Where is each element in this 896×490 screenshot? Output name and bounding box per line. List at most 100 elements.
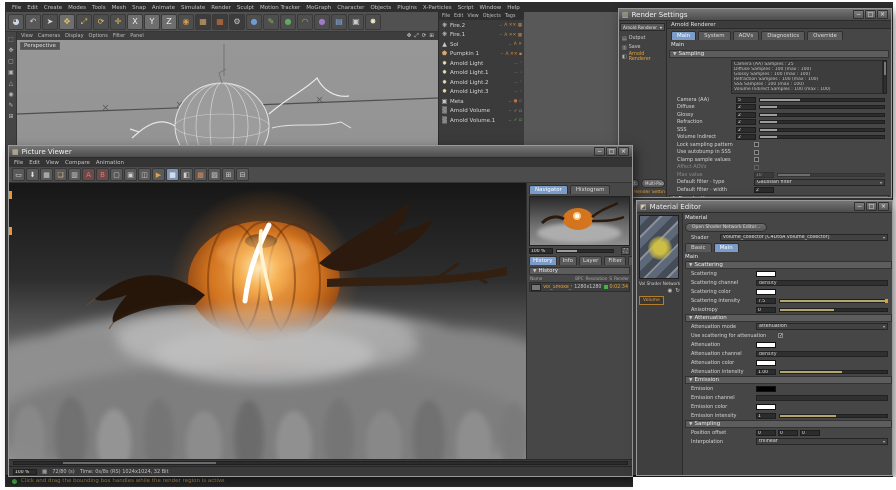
object-manager-menu-item[interactable]: File <box>442 14 450 19</box>
renderer-dropdown[interactable]: Arnold Renderer ▾ <box>620 23 665 31</box>
toolbar-icon[interactable]: ▣ <box>348 13 364 30</box>
attenuation-channel-field[interactable]: density <box>756 350 888 357</box>
emission-channel-field[interactable] <box>756 394 888 401</box>
zoom-slider[interactable] <box>556 249 614 253</box>
param-value-field[interactable]: 2 <box>736 111 756 118</box>
visibility-dots-icon[interactable]: ·· <box>499 23 502 29</box>
app-menu-item[interactable]: Script <box>458 5 474 11</box>
scattering-intensity-field[interactable]: 7.5 <box>756 297 776 304</box>
filter-type-dropdown[interactable]: Gaussian filter ▾ <box>754 178 885 186</box>
toolbar-icon[interactable]: ▦ <box>212 13 228 30</box>
visibility-dots-icon[interactable]: ·· <box>500 51 503 57</box>
visibility-dots-icon[interactable]: ·· <box>509 118 512 124</box>
attenuation-mode-dropdown[interactable]: attenuation ▾ <box>756 323 888 330</box>
scattering-intensity-slider[interactable] <box>779 298 888 303</box>
navigator-thumbnail[interactable] <box>529 196 630 246</box>
preview-mode-icon[interactable]: ↻ <box>675 288 680 294</box>
render-settings-titlebar[interactable]: ▥ Render Settings − □ × <box>619 9 891 21</box>
mode-rail-icon[interactable]: ✥ <box>7 47 15 55</box>
object-row[interactable]: ✸ Arnold Light.2 ·· ◦ <box>439 78 524 88</box>
render-settings-tab[interactable]: Diagnostics <box>761 31 806 40</box>
toolbar-icon[interactable]: ⟳ <box>93 13 109 30</box>
render-settings-bottom-button[interactable]: Multi-Pass... <box>641 179 665 188</box>
attenuation-group-header[interactable]: ▼ Attenuation <box>685 314 892 322</box>
window-control-button[interactable]: □ <box>866 202 877 211</box>
param-slider[interactable] <box>759 135 885 140</box>
emission-group-header[interactable]: ▼ Emission <box>685 376 892 384</box>
object-row[interactable]: ⬟ Pumpkin 1 ·· A ✕✕ ▪ <box>439 50 524 60</box>
history-tab[interactable]: Info <box>558 256 577 265</box>
material-tab[interactable]: Main <box>713 243 739 252</box>
toolbar-icon[interactable]: ● <box>246 13 262 30</box>
object-manager-menu-item[interactable]: Tags <box>505 14 516 19</box>
visibility-dots-icon[interactable]: ·· <box>509 42 512 48</box>
param-value-field[interactable]: 2 <box>736 134 756 141</box>
visibility-dots-icon[interactable]: ·· <box>499 32 502 38</box>
picture-viewer-toolbar-icon[interactable]: ▢ <box>110 168 123 181</box>
material-editor-titlebar[interactable]: ◩ Material Editor − □ × <box>637 201 892 213</box>
viewport-menu-item[interactable]: Cameras <box>38 33 60 39</box>
window-control-button[interactable]: × <box>877 10 888 19</box>
use-scattering-checkbox[interactable]: ✓ <box>778 333 783 339</box>
app-menu-item[interactable]: Sculpt <box>237 5 254 11</box>
object-row[interactable]: ▣ Meta ·· ● ▫ <box>439 97 524 107</box>
viewport-nav-icon[interactable]: ✥ <box>407 33 412 40</box>
picture-viewer-toolbar-icon[interactable]: ◫ <box>138 168 151 181</box>
anisotropy-slider[interactable] <box>779 307 888 312</box>
object-row[interactable]: ▲ Sol ·· A ✕ <box>439 40 524 50</box>
app-menu-item[interactable]: File <box>12 5 21 11</box>
visibility-dots-icon[interactable]: ·· <box>514 70 517 76</box>
viewport-menu-item[interactable]: Display <box>65 33 83 39</box>
app-menu-item[interactable]: Render <box>211 5 231 11</box>
window-control-button[interactable]: − <box>594 147 605 156</box>
object-tags-icon[interactable]: ✓ ▫ <box>514 109 522 114</box>
visibility-dots-icon[interactable]: ·· <box>514 61 517 67</box>
toolbar-icon[interactable]: ➤ <box>42 13 58 30</box>
param-slider[interactable] <box>759 120 885 125</box>
anisotropy-field[interactable]: 0 <box>756 306 776 313</box>
viewport-nav-icon[interactable]: ⟳ <box>422 33 427 40</box>
param-value-field[interactable]: 2 <box>736 126 756 133</box>
object-tags-icon[interactable]: A ✕✕ ▦ <box>504 33 522 38</box>
toolbar-icon[interactable]: ◕ <box>8 13 24 30</box>
app-menu-item[interactable]: MoGraph <box>306 5 331 11</box>
navigator-tab[interactable]: Navigator <box>529 185 568 194</box>
app-menu-item[interactable]: Snap <box>132 5 146 11</box>
checkbox[interactable] <box>754 149 759 155</box>
window-control-button[interactable]: − <box>853 10 864 19</box>
interpolation-dropdown[interactable]: trilinear ▾ <box>756 438 888 445</box>
picture-viewer-toolbar-icon[interactable]: ▩ <box>194 168 207 181</box>
object-tags-icon[interactable]: ◦ <box>519 71 522 76</box>
material-name[interactable]: Vol Shader Network 2 <box>639 281 680 286</box>
toolbar-icon[interactable]: ▦ <box>195 13 211 30</box>
picture-viewer-toolbar-icon[interactable]: ▭ <box>12 168 25 181</box>
render-settings-tab[interactable]: Main <box>671 31 697 40</box>
viewport-nav-icon[interactable]: ⊞ <box>429 33 434 40</box>
history-tab[interactable]: Stereo <box>627 256 632 265</box>
emission-intensity-slider[interactable] <box>779 413 888 418</box>
picture-viewer-toolbar-icon[interactable]: ▦ <box>166 168 179 181</box>
emission-swatch[interactable] <box>756 385 776 392</box>
app-menu-item[interactable]: Animate <box>152 5 175 11</box>
position-y-field[interactable]: 0 <box>778 429 798 436</box>
object-manager-menu-item[interactable]: View <box>467 14 478 19</box>
window-control-button[interactable]: − <box>854 202 865 211</box>
toolbar-icon[interactable]: ✎ <box>263 13 279 30</box>
visibility-dots-icon[interactable]: ·· <box>514 89 517 95</box>
object-tags-icon[interactable]: ◦ <box>519 80 522 85</box>
checkbox[interactable] <box>754 142 759 148</box>
render-settings-tree-item[interactable]: ◧ Arnold Renderer <box>620 52 665 62</box>
render-settings-tab[interactable]: Override <box>807 31 843 40</box>
history-tab[interactable]: History <box>529 256 557 265</box>
toolbar-icon[interactable]: ⚙ <box>229 13 245 30</box>
preview-mode-icon[interactable]: ◉ <box>668 288 673 294</box>
object-tags-icon[interactable]: ✓ ▫ <box>514 118 522 123</box>
app-menu-item[interactable]: Create <box>44 5 62 11</box>
toolbar-icon[interactable]: X <box>127 13 143 30</box>
object-tags-icon[interactable]: ● ▫ <box>514 99 522 104</box>
rendered-image-canvas[interactable] <box>9 183 526 459</box>
toolbar-icon[interactable]: ⤢ <box>76 13 92 30</box>
emission-intensity-field[interactable]: 1 <box>756 412 776 419</box>
toolbar-icon[interactable]: Z <box>161 13 177 30</box>
render-settings-scroll-area[interactable]: ▼ Sampling Camera (AA) Samples : 25 Diffu… <box>667 50 891 197</box>
